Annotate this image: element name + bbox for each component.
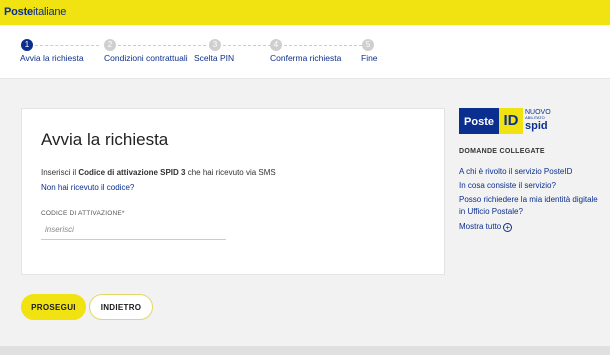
top-bar: Posteitaliane — [0, 0, 610, 25]
step-connector — [223, 45, 271, 46]
instruction-bold: Codice di attivazione SPID 3 — [78, 168, 186, 177]
related-link-1[interactable]: A chi è rivolto il servizio PosteID — [459, 166, 599, 178]
step-label: Scelta PIN — [194, 53, 235, 63]
brand-poste: Poste — [459, 108, 499, 134]
page-title: Avvia la richiesta — [41, 130, 169, 149]
brand-id: ID — [499, 108, 523, 134]
activation-code-input[interactable] — [41, 220, 226, 240]
footer-strip — [0, 346, 610, 355]
step-number: 2 — [104, 39, 116, 51]
step-connector — [284, 45, 362, 46]
step-connector — [118, 45, 206, 46]
step-connector — [35, 45, 99, 46]
step-label: Avvia la richiesta — [20, 53, 84, 63]
posteid-spid-logo: Poste ID NUOVO ABILITATO spid — [459, 108, 551, 134]
instruction-post: che hai ricevuto via SMS — [185, 168, 276, 177]
step-number: 5 — [362, 39, 374, 51]
step-number: 1 — [21, 39, 33, 51]
activation-card: Avvia la richiesta Inserisci il Codice d… — [21, 108, 445, 275]
logo-bold-text: Poste — [4, 6, 33, 18]
progress-stepper: 1 Avvia la richiesta 2 Condizioni contra… — [0, 25, 610, 79]
step-label: Conferma richiesta — [270, 53, 342, 63]
step-label: Fine — [361, 53, 378, 63]
prosegui-button[interactable]: PROSEGUI — [21, 294, 86, 320]
instruction-text: Inserisci il Codice di attivazione SPID … — [41, 168, 276, 177]
indietro-button[interactable]: INDIETRO — [89, 294, 153, 320]
plus-circle-icon: + — [503, 223, 513, 232]
brand-spid: spid — [525, 120, 548, 132]
resend-code-link[interactable]: Non hai ricevuto il codice? — [41, 183, 134, 192]
logo-regular-text: italiane — [32, 6, 67, 18]
posteitaliane-logo[interactable]: Posteitaliane — [4, 6, 66, 18]
related-questions-title: DOMANDE COLLEGATE — [459, 148, 545, 155]
show-all-label: Mostra tutto — [459, 222, 502, 231]
step-label: Condizioni contrattuali — [104, 53, 188, 63]
activation-code-label: CODICE DI ATTIVAZIONE* — [41, 210, 125, 217]
step-number: 3 — [209, 39, 221, 51]
instruction-pre: Inserisci il — [41, 168, 79, 177]
related-link-3[interactable]: Posso richiedere la mia identità digital… — [459, 194, 599, 218]
related-link-2[interactable]: In cosa consiste il servizio? — [459, 180, 599, 192]
step-number: 4 — [270, 39, 282, 51]
show-all-link[interactable]: Mostra tutto + — [459, 222, 513, 232]
